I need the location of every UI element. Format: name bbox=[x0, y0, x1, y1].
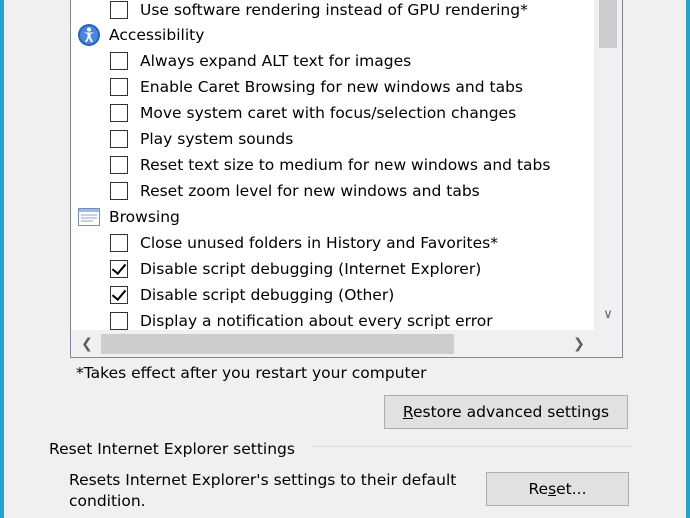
setting-label: Display a notification about every scrip… bbox=[140, 312, 493, 330]
checkbox-checked[interactable] bbox=[110, 259, 128, 278]
setting-label: Reset text size to medium for new window… bbox=[140, 156, 551, 174]
category-browsing: Browsing bbox=[77, 204, 180, 230]
checkbox[interactable] bbox=[110, 312, 128, 330]
category-label: Browsing bbox=[109, 208, 180, 226]
checkbox[interactable] bbox=[110, 104, 128, 122]
checkbox[interactable] bbox=[110, 182, 128, 200]
button-label-post: et... bbox=[556, 480, 587, 498]
button-label-pre: Re bbox=[528, 480, 549, 498]
scroll-left-arrow-icon[interactable]: ❮ bbox=[77, 334, 97, 354]
checkbox[interactable] bbox=[110, 130, 128, 148]
button-label-rest: estore advanced settings bbox=[412, 403, 610, 421]
access-key: R bbox=[402, 403, 413, 421]
checkmark-icon bbox=[111, 259, 127, 276]
setting-use-software-rendering[interactable]: Use software rendering instead of GPU re… bbox=[110, 0, 528, 23]
setting-label: Use software rendering instead of GPU re… bbox=[140, 1, 528, 19]
setting-close-unused-folders[interactable]: Close unused folders in History and Favo… bbox=[110, 230, 498, 256]
setting-label: Disable script debugging (Other) bbox=[140, 286, 395, 304]
browsing-icon bbox=[78, 208, 100, 226]
setting-always-expand-alt-text[interactable]: Always expand ALT text for images bbox=[110, 48, 411, 74]
button-label: Restore advanced settings bbox=[403, 403, 609, 421]
setting-label: Enable Caret Browsing for new windows an… bbox=[140, 78, 524, 96]
settings-tree: Use software rendering instead of GPU re… bbox=[71, 0, 594, 330]
internet-options-advanced-tab: Use software rendering instead of GPU re… bbox=[4, 0, 686, 518]
vertical-scrollbar[interactable]: ∨ bbox=[594, 0, 622, 330]
category-label: Accessibility bbox=[109, 26, 205, 44]
checkbox[interactable] bbox=[110, 78, 128, 96]
window-frame-right bbox=[686, 0, 690, 518]
setting-disable-script-debugging-other[interactable]: Disable script debugging (Other) bbox=[110, 282, 394, 308]
checkbox[interactable] bbox=[110, 156, 128, 174]
reset-group-title: Reset Internet Explorer settings bbox=[49, 440, 295, 458]
setting-label: Reset zoom level for new windows and tab… bbox=[140, 182, 480, 200]
setting-reset-text-size[interactable]: Reset text size to medium for new window… bbox=[110, 152, 550, 178]
restore-advanced-settings-button[interactable]: Restore advanced settings bbox=[384, 395, 628, 429]
advanced-settings-list[interactable]: Use software rendering instead of GPU re… bbox=[70, 0, 623, 358]
setting-label: Move system caret with focus/selection c… bbox=[140, 104, 517, 122]
checkbox[interactable] bbox=[110, 1, 128, 19]
setting-move-system-caret[interactable]: Move system caret with focus/selection c… bbox=[110, 100, 516, 126]
access-key: s bbox=[548, 480, 557, 498]
accessibility-icon bbox=[78, 24, 100, 46]
scrollbar-corner bbox=[594, 330, 622, 357]
button-label: Reset... bbox=[528, 480, 586, 498]
restart-note: *Takes effect after you restart your com… bbox=[76, 364, 427, 382]
horizontal-scroll-thumb[interactable] bbox=[101, 334, 454, 354]
vertical-scroll-thumb[interactable] bbox=[599, 0, 617, 48]
checkmark-icon bbox=[111, 285, 127, 302]
reset-button[interactable]: Reset... bbox=[486, 472, 629, 506]
checkbox[interactable] bbox=[110, 52, 128, 70]
category-accessibility: Accessibility bbox=[77, 22, 204, 48]
group-divider bbox=[312, 446, 632, 447]
setting-disable-script-debugging-ie[interactable]: Disable script debugging (Internet Explo… bbox=[110, 256, 481, 282]
setting-label: Close unused folders in History and Favo… bbox=[140, 234, 498, 252]
setting-label: Play system sounds bbox=[140, 130, 294, 148]
setting-enable-caret-browsing[interactable]: Enable Caret Browsing for new windows an… bbox=[110, 74, 523, 100]
scroll-down-arrow-icon[interactable]: ∨ bbox=[599, 306, 617, 324]
horizontal-scrollbar[interactable]: ❮ ❯ bbox=[71, 330, 594, 357]
setting-label: Disable script debugging (Internet Explo… bbox=[140, 260, 482, 278]
setting-label: Always expand ALT text for images bbox=[140, 52, 412, 70]
reset-description: Resets Internet Explorer's settings to t… bbox=[69, 471, 457, 510]
checkbox[interactable] bbox=[110, 234, 128, 252]
setting-reset-zoom-level[interactable]: Reset zoom level for new windows and tab… bbox=[110, 178, 480, 204]
scroll-right-arrow-icon[interactable]: ❯ bbox=[569, 334, 589, 354]
setting-play-system-sounds[interactable]: Play system sounds bbox=[110, 126, 293, 152]
checkbox-checked[interactable] bbox=[110, 285, 128, 304]
